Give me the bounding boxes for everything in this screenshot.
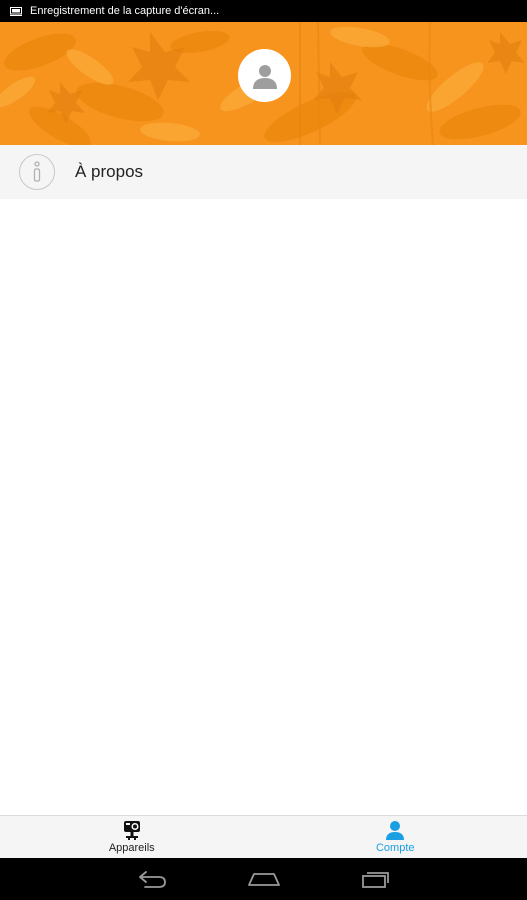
tab-account[interactable]: Compte [264,816,527,858]
about-menu-item[interactable]: À propos [0,145,527,199]
status-bar: Enregistrement de la capture d'écran... [0,0,527,22]
status-notification-text: Enregistrement de la capture d'écran... [30,5,220,17]
home-button[interactable] [244,864,284,894]
tab-account-label: Compte [375,842,415,854]
system-navigation-bar [0,858,527,900]
recent-apps-icon [361,872,389,888]
bottom-tab-bar: Appareils Compte [0,815,527,858]
content-area [0,199,527,815]
screenshot-icon [10,6,22,16]
profile-header [0,22,527,145]
tab-devices[interactable]: Appareils [0,816,264,858]
back-button[interactable] [132,864,172,894]
person-icon [386,821,405,840]
tab-devices-label: Appareils [108,842,155,854]
recent-apps-button[interactable] [356,864,396,894]
info-icon [19,154,55,190]
back-icon [138,871,166,888]
person-icon [252,64,277,89]
about-menu-label: À propos [75,162,144,181]
avatar[interactable] [238,49,291,102]
camera-device-icon [123,821,140,840]
home-icon [247,873,280,886]
